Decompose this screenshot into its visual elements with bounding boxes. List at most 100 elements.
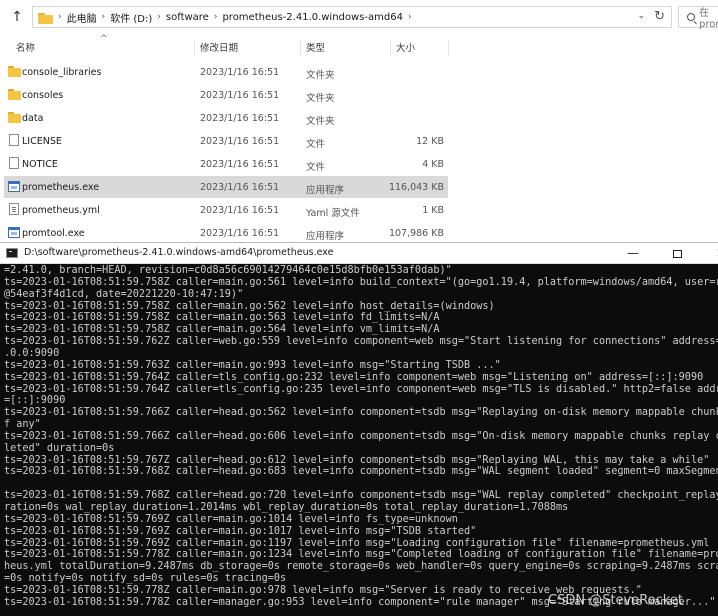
chevron-right-icon[interactable]: › — [408, 12, 412, 22]
file-type: Yaml 源文件 — [306, 208, 360, 219]
console-title: D:\software\prometheus-2.41.0.windows-am… — [24, 247, 334, 258]
column-header-type[interactable]: 类型 — [306, 40, 325, 54]
file-type: 文件夹 — [306, 93, 335, 104]
column-divider[interactable] — [448, 40, 449, 56]
chevron-right-icon[interactable]: › — [214, 12, 218, 22]
console-line: ts=2023-01-16T08:51:59.763Z caller=main.… — [4, 359, 501, 371]
file-row[interactable]: NOTICE 2023/1/16 16:51 文件 4 KB — [4, 153, 448, 175]
file-size: 116,043 KB — [388, 182, 444, 193]
file-icon — [9, 157, 19, 169]
yml-file-icon — [9, 203, 19, 215]
file-row[interactable]: promtool.exe 2023/1/16 16:51 应用程序 107,98… — [4, 222, 448, 244]
file-row[interactable]: consoles 2023/1/16 16:51 文件夹 — [4, 84, 448, 106]
up-arrow-icon[interactable]: ↑ — [6, 6, 28, 28]
close-button[interactable]: ✕ — [704, 243, 718, 264]
breadcrumb-prometheus-folder[interactable]: prometheus-2.41.0.windows-amd64 — [222, 12, 403, 23]
console-line: ts=2023-01-16T08:51:59.769Z caller=main.… — [4, 525, 477, 537]
file-name: promtool.exe — [22, 228, 85, 239]
file-size: 1 KB — [422, 205, 444, 216]
column-divider[interactable] — [390, 40, 391, 56]
address-bar[interactable]: › 此电脑 › 软件 (D:) › software › prometheus-… — [32, 6, 672, 28]
console-line: ts=2023-01-16T08:51:59.758Z caller=main.… — [4, 276, 718, 288]
file-date: 2023/1/16 16:51 — [200, 182, 280, 193]
column-divider[interactable] — [300, 40, 301, 56]
file-date: 2023/1/16 16:51 — [200, 136, 280, 147]
file-size: 107,986 KB — [388, 228, 444, 239]
file-row[interactable]: prometheus.yml 2023/1/16 16:51 Yaml 源文件 … — [4, 199, 448, 221]
column-divider[interactable] — [194, 40, 195, 56]
file-row[interactable]: data 2023/1/16 16:51 文件夹 — [4, 107, 448, 129]
search-icon — [687, 13, 695, 21]
file-name: consoles — [22, 90, 64, 101]
file-type: 文件夹 — [306, 116, 335, 127]
file-name: NOTICE — [22, 159, 58, 170]
chevron-right-icon[interactable]: › — [157, 12, 161, 22]
console-line: ts=2023-01-16T08:51:59.768Z caller=head.… — [4, 490, 718, 502]
file-type: 文件 — [306, 139, 326, 150]
console-line: leted" duration=0s — [4, 442, 115, 454]
file-icon — [9, 134, 19, 146]
file-name: console_libraries — [22, 67, 102, 78]
file-name: data — [22, 113, 44, 124]
console-app-icon — [6, 248, 18, 258]
file-date: 2023/1/16 16:51 — [200, 159, 280, 170]
folder-icon — [8, 112, 21, 123]
maximize-button[interactable] — [660, 243, 694, 264]
console-line: ts=2023-01-16T08:51:59.778Z caller=main.… — [4, 584, 642, 596]
column-header-date[interactable]: 修改日期 — [200, 40, 238, 54]
exe-icon — [8, 227, 20, 238]
breadcrumb-software[interactable]: software — [166, 12, 209, 23]
console-line: =2.41.0, branch=HEAD, revision=c0d8a56c6… — [4, 265, 452, 276]
file-date: 2023/1/16 16:51 — [200, 113, 280, 124]
minimize-button[interactable]: — — [616, 243, 650, 264]
console-line: ts=2023-01-16T08:51:59.767Z caller=head.… — [4, 454, 710, 466]
breadcrumb-drive[interactable]: 软件 (D:) — [110, 10, 152, 25]
console-line: @54eaf3f4d1cd, date=20221220-10:47:19)" — [4, 288, 244, 300]
console-line: ts=2023-01-16T08:51:59.769Z caller=main.… — [4, 513, 458, 525]
console-output[interactable]: =2.41.0, branch=HEAD, revision=c0d8a56c6… — [4, 264, 718, 616]
console-line: ts=2023-01-16T08:51:59.764Z caller=tls_c… — [4, 371, 704, 383]
file-date: 2023/1/16 16:51 — [200, 228, 280, 239]
console-line: ts=2023-01-16T08:51:59.766Z caller=head.… — [4, 430, 718, 442]
console-line: ts=2023-01-16T08:51:59.768Z caller=head.… — [4, 466, 718, 478]
file-date: 2023/1/16 16:51 — [200, 205, 280, 216]
console-line: .0.0:9090 — [4, 347, 60, 359]
watermark: CSDN @SteveRocket — [548, 593, 683, 608]
file-name: LICENSE — [22, 136, 62, 147]
address-bar-row: ↑ › 此电脑 › 软件 (D:) › software › prometheu… — [0, 4, 718, 30]
file-name: prometheus.yml — [22, 205, 100, 216]
folder-icon — [8, 66, 21, 77]
column-header-name[interactable]: 名称 — [16, 40, 35, 54]
file-size: 12 KB — [416, 136, 444, 147]
console-line: ts=2023-01-16T08:51:59.766Z caller=head.… — [4, 407, 718, 419]
file-type: 应用程序 — [306, 185, 345, 196]
file-explorer-window: ↑ › 此电脑 › 软件 (D:) › software › prometheu… — [0, 0, 718, 244]
breadcrumb-this-pc[interactable]: 此电脑 — [67, 10, 97, 25]
file-row[interactable]: LICENSE 2023/1/16 16:51 文件 12 KB — [4, 130, 448, 152]
console-line: f any" — [4, 419, 41, 431]
console-title-bar[interactable]: D:\software\prometheus-2.41.0.windows-am… — [0, 243, 718, 264]
file-row-selected[interactable]: prometheus.exe 2023/1/16 16:51 应用程序 116,… — [4, 176, 448, 198]
search-input[interactable]: 在 pror — [678, 6, 718, 30]
console-line: ts=2023-01-16T08:51:59.769Z caller=main.… — [4, 537, 710, 549]
console-window: D:\software\prometheus-2.41.0.windows-am… — [0, 242, 718, 616]
refresh-icon[interactable]: ↻ — [654, 9, 665, 24]
console-line: ts=2023-01-16T08:51:59.758Z caller=main.… — [4, 300, 495, 312]
column-header-size[interactable]: 大小 — [396, 40, 415, 54]
folder-icon — [38, 12, 53, 24]
console-line: =[::]:9090 — [4, 395, 66, 407]
console-line: ts=2023-01-16T08:51:59.762Z caller=web.g… — [4, 336, 718, 348]
column-headers: 名称 修改日期 类型 大小 — [0, 40, 718, 56]
chevron-right-icon: › — [58, 12, 62, 22]
console-line: ts=2023-01-16T08:51:59.778Z caller=main.… — [4, 549, 718, 561]
file-date: 2023/1/16 16:51 — [200, 67, 280, 78]
file-type: 文件夹 — [306, 70, 335, 81]
console-line: ration=0s wal_replay_duration=1.2014ms w… — [4, 502, 569, 513]
console-line: heus.yml totalDuration=9.2487ms db_stora… — [4, 561, 718, 573]
file-row[interactable]: console_libraries 2023/1/16 16:51 文件夹 — [4, 61, 448, 83]
console-line: =0s notify=0s notify_sd=0s rules=0s trac… — [4, 573, 287, 585]
file-name: prometheus.exe — [22, 182, 100, 193]
chevron-down-icon[interactable]: ⌄ — [637, 11, 645, 21]
chevron-right-icon[interactable]: › — [102, 12, 106, 22]
file-type: 应用程序 — [306, 231, 345, 242]
